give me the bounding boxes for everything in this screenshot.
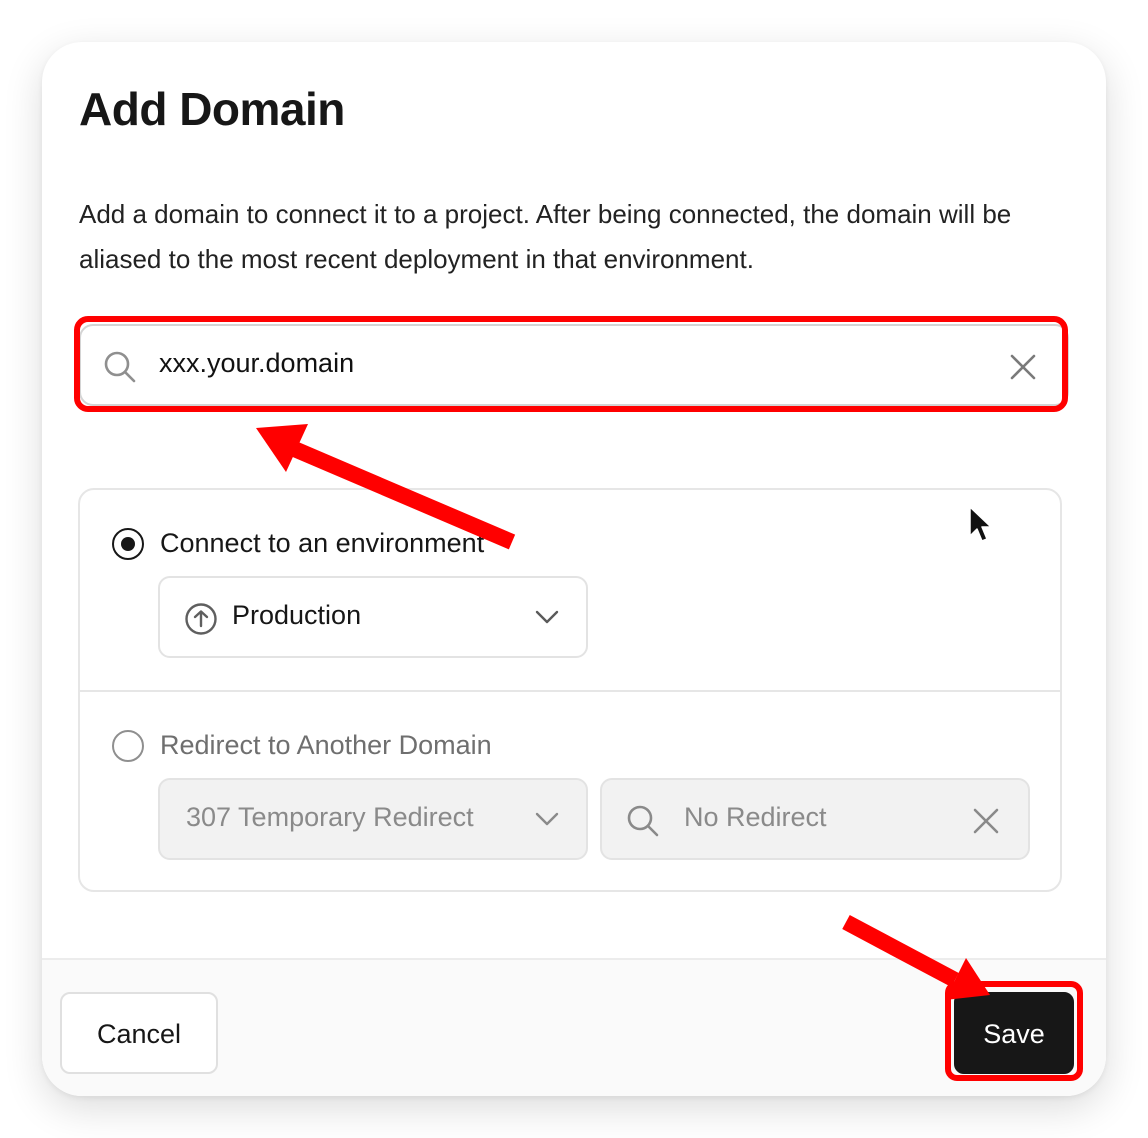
environment-select-value: Production [232,600,362,630]
environment-select[interactable]: Production [158,576,588,658]
redirect-domain-label[interactable]: Redirect to Another Domain [160,730,492,761]
domain-options-panel: Connect to an environment Production Red… [78,488,1062,892]
cancel-button[interactable]: Cancel [60,992,218,1074]
options-divider [80,690,1060,692]
redirect-target-input[interactable]: No Redirect [600,778,1030,860]
dialog-footer: Cancel Save [42,958,1106,1096]
close-icon[interactable] [972,807,1000,840]
arrow-up-circle-icon [184,602,218,641]
connect-environment-label[interactable]: Connect to an environment [160,528,484,559]
dialog-title: Add Domain [79,83,345,135]
redirect-status-select[interactable]: 307 Temporary Redirect [158,778,588,860]
redirect-domain-radio[interactable] [112,730,144,762]
chevron-down-icon [534,608,560,631]
domain-input[interactable]: xxx.your.domain [79,324,1069,406]
close-icon[interactable] [1009,353,1037,386]
search-icon [626,804,660,843]
connect-environment-radio[interactable] [112,528,144,560]
redirect-target-placeholder: No Redirect [684,802,827,832]
redirect-status-value: 307 Temporary Redirect [186,802,474,832]
search-icon [103,350,137,389]
save-button[interactable]: Save [954,992,1074,1074]
domain-input-value[interactable]: xxx.your.domain [159,348,354,379]
chevron-down-icon [534,810,560,833]
add-domain-dialog: Add Domain Add a domain to connect it to… [42,42,1106,1096]
dialog-description: Add a domain to connect it to a project.… [79,199,1012,274]
